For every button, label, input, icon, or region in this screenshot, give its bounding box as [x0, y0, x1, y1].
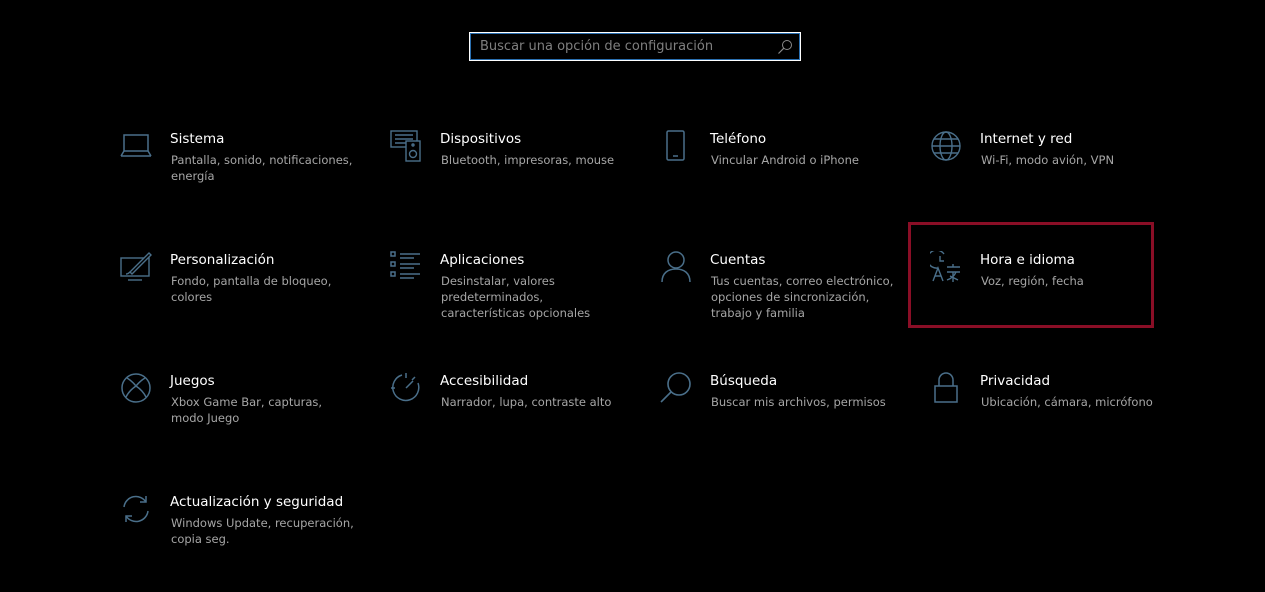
tile-description: Desinstalar, valores predeterminados, ca… — [441, 274, 591, 320]
personalization-icon — [120, 251, 152, 283]
apps-list-icon — [390, 251, 422, 283]
tile-description: Xbox Game Bar, capturas, modo Juego — [171, 395, 323, 425]
person-icon — [660, 251, 692, 283]
tile-privacidad[interactable]: Privacidad Ubicación, cámara, micrófono — [930, 372, 1170, 472]
tile-description: Windows Update, recuperación, copia seg. — [171, 516, 354, 546]
accessibility-icon — [390, 372, 422, 404]
tile-description: Wi-Fi, modo avión, VPN — [981, 153, 1115, 167]
tile-description: Fondo, pantalla de bloqueo, colores — [171, 274, 332, 304]
tile-title: Accesibilidad — [440, 373, 529, 389]
tile-description: Vincular Android o iPhone — [711, 153, 859, 167]
tile-description: Narrador, lupa, contraste alto — [441, 395, 612, 409]
tile-title: Actualización y seguridad — [170, 494, 344, 510]
tile-title: Teléfono — [710, 131, 767, 147]
tile-cuentas[interactable]: Cuentas Tus cuentas, correo electrónico,… — [660, 251, 900, 351]
devices-icon — [390, 130, 422, 162]
tile-description: Bluetooth, impresoras, mouse — [441, 153, 615, 167]
lock-icon — [930, 372, 962, 404]
sync-icon — [120, 493, 152, 525]
tile-title: Sistema — [170, 131, 225, 147]
tile-title: Personalización — [170, 252, 275, 268]
search-icon[interactable] — [777, 39, 793, 55]
tile-description: Pantalla, sonido, notificaciones, energí… — [171, 153, 353, 183]
tile-busqueda[interactable]: Búsqueda Buscar mis archivos, permisos — [660, 372, 900, 472]
tile-aplicaciones[interactable]: Aplicaciones Desinstalar, valores predet… — [390, 251, 630, 351]
tile-accesibilidad[interactable]: Accesibilidad Narrador, lupa, contraste … — [390, 372, 630, 472]
xbox-icon — [120, 372, 152, 404]
tile-telefono[interactable]: Teléfono Vincular Android o iPhone — [660, 130, 900, 230]
tile-title: Dispositivos — [440, 131, 522, 147]
tile-internet-y-red[interactable]: Internet y red Wi-Fi, modo avión, VPN — [930, 130, 1170, 230]
highlight-box — [908, 222, 1154, 328]
globe-icon — [930, 130, 962, 162]
tile-title: Juegos — [170, 373, 215, 389]
tile-title: Privacidad — [980, 373, 1051, 389]
tile-juegos[interactable]: Juegos Xbox Game Bar, capturas, modo Jue… — [120, 372, 360, 472]
tile-title: Aplicaciones — [440, 252, 525, 268]
magnifier-icon — [660, 372, 692, 404]
tile-dispositivos[interactable]: Dispositivos Bluetooth, impresoras, mous… — [390, 130, 630, 230]
laptop-icon — [120, 130, 152, 162]
tile-title: Internet y red — [980, 131, 1073, 147]
tile-actualizacion-y-seguridad[interactable]: Actualización y seguridad Windows Update… — [120, 493, 360, 592]
phone-icon — [660, 130, 692, 162]
tile-description: Tus cuentas, correo electrónico, opcione… — [711, 274, 894, 320]
tile-description: Buscar mis archivos, permisos — [711, 395, 886, 409]
tile-sistema[interactable]: Sistema Pantalla, sonido, notificaciones… — [120, 130, 360, 230]
search-box[interactable] — [469, 32, 801, 61]
tile-title: Búsqueda — [710, 373, 778, 389]
search-input[interactable] — [470, 33, 770, 60]
settings-page: Sistema Pantalla, sonido, notificaciones… — [0, 0, 1265, 592]
tile-description: Ubicación, cámara, micrófono — [981, 395, 1153, 409]
tile-title: Cuentas — [710, 252, 766, 268]
tile-personalizacion[interactable]: Personalización Fondo, pantalla de bloqu… — [120, 251, 360, 351]
